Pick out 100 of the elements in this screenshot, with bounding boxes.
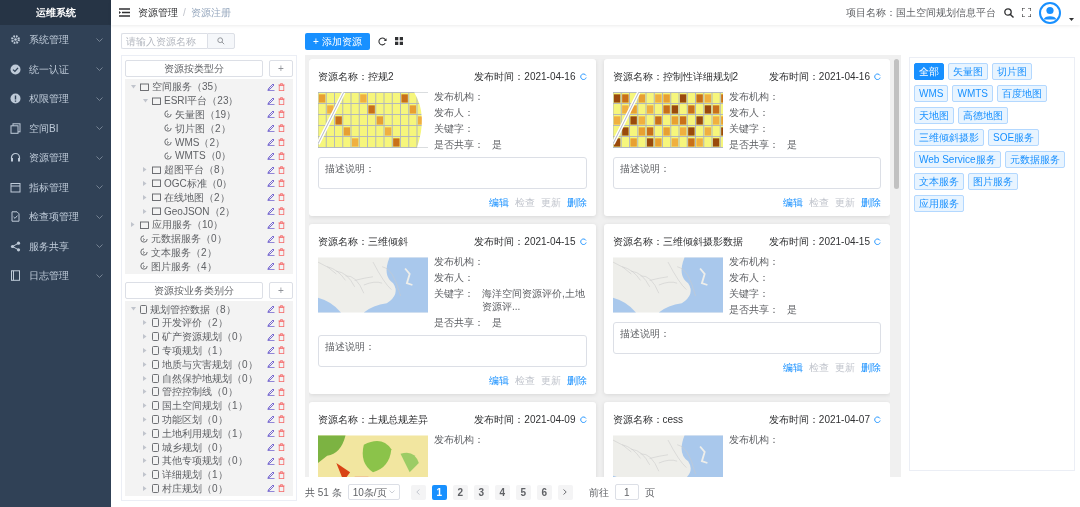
- caret-down-icon[interactable]: [130, 84, 136, 89]
- tree-node[interactable]: 矢量图（19）: [125, 107, 293, 122]
- description-box[interactable]: 描述说明：: [612, 157, 881, 189]
- delete-icon[interactable]: [278, 262, 285, 271]
- caret-right-icon[interactable]: [143, 194, 147, 200]
- tree-node[interactable]: ESRI平台（23）: [125, 93, 293, 108]
- caret-icon[interactable]: [1069, 17, 1074, 22]
- filter-tag[interactable]: 文本服务: [914, 173, 964, 190]
- edit-icon[interactable]: [267, 360, 275, 369]
- tree-node[interactable]: 地质与灾害规划（0）: [125, 357, 293, 372]
- sidebar-item[interactable]: 指标管理: [0, 172, 111, 202]
- search-field[interactable]: 请输入资源名称: [121, 33, 207, 49]
- tree-node[interactable]: 开发评价（2）: [125, 315, 293, 330]
- edit-icon[interactable]: [267, 470, 275, 479]
- edit-icon[interactable]: [267, 429, 275, 438]
- delete-icon[interactable]: [278, 96, 285, 105]
- menu-icon[interactable]: [119, 8, 130, 17]
- edit-icon[interactable]: [267, 96, 275, 105]
- edit-icon[interactable]: [267, 124, 275, 133]
- sidebar-item[interactable]: 资源管理: [0, 143, 111, 173]
- edit-icon[interactable]: [267, 82, 275, 91]
- tree-node[interactable]: 其他专项规划（0）: [125, 453, 293, 468]
- delete-icon[interactable]: [278, 110, 285, 119]
- delete-icon[interactable]: [278, 305, 285, 314]
- tree-node[interactable]: 详细规划（1）: [125, 467, 293, 482]
- edit-icon[interactable]: [267, 248, 275, 257]
- caret-right-icon[interactable]: [131, 222, 135, 228]
- sidebar-item[interactable]: 系统管理: [0, 25, 111, 55]
- edit-icon[interactable]: [267, 415, 275, 424]
- delete-icon[interactable]: [278, 374, 285, 383]
- add-resource-button[interactable]: + 添加资源: [305, 32, 370, 50]
- description-box[interactable]: 描述说明：: [318, 335, 587, 367]
- edit-icon[interactable]: [267, 443, 275, 451]
- tree-node[interactable]: 切片图（2）: [125, 121, 293, 136]
- delete-icon[interactable]: [278, 387, 285, 396]
- caret-right-icon[interactable]: [143, 389, 147, 395]
- action-link[interactable]: 删除: [566, 195, 587, 210]
- edit-icon[interactable]: [267, 456, 275, 465]
- description-box[interactable]: 描述说明：: [318, 157, 587, 189]
- delete-icon[interactable]: [278, 346, 285, 355]
- edit-icon[interactable]: [267, 262, 275, 271]
- delete-icon[interactable]: [278, 179, 285, 188]
- delete-icon[interactable]: [278, 220, 285, 229]
- delete-icon[interactable]: [278, 484, 285, 493]
- tree-node[interactable]: 村庄规划（0）: [125, 481, 293, 496]
- edit-icon[interactable]: [267, 484, 275, 493]
- description-box[interactable]: 描述说明：: [612, 322, 881, 354]
- tree-node[interactable]: OGC标准（0）: [125, 176, 293, 191]
- caret-right-icon[interactable]: [143, 403, 147, 409]
- action-link[interactable]: 编辑: [783, 360, 803, 375]
- tree-node[interactable]: GeoJSON（2）: [125, 204, 293, 218]
- avatar-icon[interactable]: [1039, 1, 1061, 24]
- sidebar-item[interactable]: 权限管理: [0, 84, 111, 114]
- edit-icon[interactable]: [267, 401, 275, 410]
- tree-node[interactable]: 空间服务（35）: [125, 80, 293, 94]
- caret-right-icon[interactable]: [143, 416, 147, 422]
- sidebar-item[interactable]: 检查项管理: [0, 202, 111, 232]
- delete-icon[interactable]: [278, 401, 285, 410]
- page-button[interactable]: 3: [473, 484, 489, 500]
- fullscreen-icon[interactable]: [1022, 8, 1031, 17]
- sidebar-item[interactable]: 统一认证: [0, 54, 111, 84]
- page-button[interactable]: 4: [494, 484, 510, 500]
- caret-right-icon[interactable]: [143, 167, 147, 173]
- action-link[interactable]: 删除: [566, 373, 587, 388]
- delete-icon[interactable]: [278, 429, 285, 438]
- caret-right-icon[interactable]: [143, 444, 147, 450]
- caret-right-icon[interactable]: [143, 430, 147, 436]
- tree-node[interactable]: 文本服务（2）: [125, 245, 293, 260]
- delete-icon[interactable]: [278, 207, 285, 216]
- search-button[interactable]: [207, 33, 235, 49]
- delete-icon[interactable]: [278, 332, 285, 341]
- action-link[interactable]: 编辑: [783, 195, 803, 210]
- tree-node[interactable]: 图片服务（4）: [125, 259, 293, 274]
- caret-right-icon[interactable]: [143, 458, 147, 464]
- action-link[interactable]: 删除: [861, 360, 881, 375]
- sidebar-item[interactable]: 日志管理: [0, 261, 111, 291]
- tree-header-button[interactable]: 资源按类型分: [125, 60, 263, 77]
- tree-node[interactable]: 规划管控数据（8）: [125, 302, 293, 316]
- page-button[interactable]: 1: [431, 484, 447, 500]
- refresh-icon[interactable]: [377, 36, 387, 46]
- caret-right-icon[interactable]: [143, 334, 147, 340]
- tree-node[interactable]: 管控控制线（0）: [125, 384, 293, 399]
- filter-tag[interactable]: Web Service服务: [914, 151, 1001, 168]
- edit-icon[interactable]: [267, 165, 275, 174]
- delete-icon[interactable]: [278, 124, 285, 133]
- tree-node[interactable]: 自然保护地规划（0）: [125, 371, 293, 385]
- edit-icon[interactable]: [267, 207, 275, 216]
- tree-node[interactable]: 国土空间规划（1）: [125, 398, 293, 413]
- edit-icon[interactable]: [267, 179, 275, 188]
- caret-down-icon[interactable]: [130, 307, 136, 312]
- delete-icon[interactable]: [278, 138, 285, 147]
- delete-icon[interactable]: [278, 165, 285, 174]
- edit-icon[interactable]: [267, 346, 275, 355]
- filter-tag[interactable]: 应用服务: [914, 195, 964, 212]
- sidebar-item[interactable]: 空间BI: [0, 113, 111, 143]
- edit-icon[interactable]: [267, 387, 275, 396]
- caret-down-icon[interactable]: [142, 98, 148, 103]
- tree-node[interactable]: 功能区划（0）: [125, 412, 293, 427]
- tree-node[interactable]: 专项规划（1）: [125, 343, 293, 358]
- page-button[interactable]: 6: [536, 484, 552, 500]
